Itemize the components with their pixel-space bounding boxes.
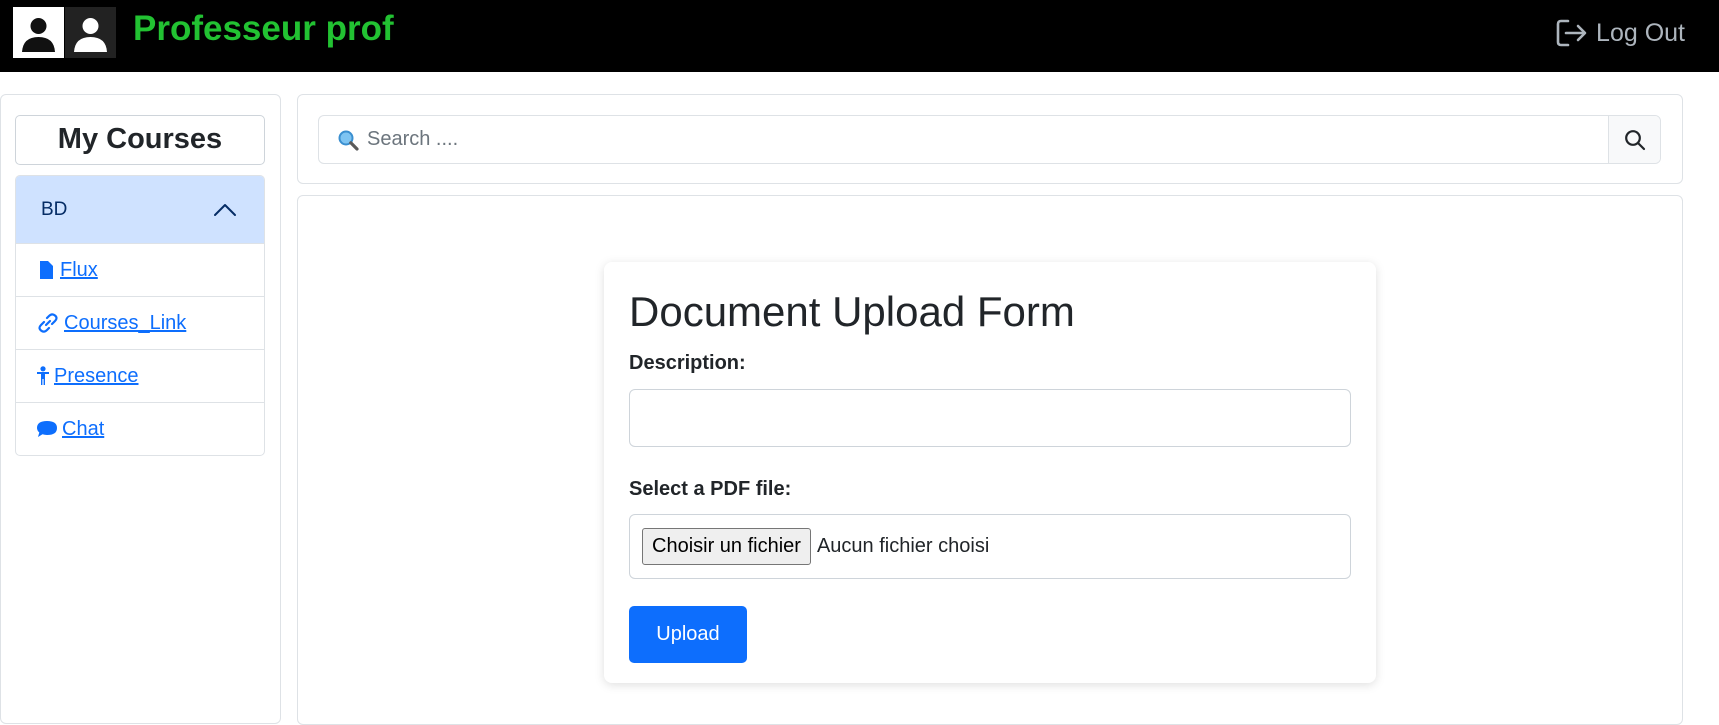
avatar: [13, 7, 64, 58]
logout-button[interactable]: Log Out: [1554, 15, 1685, 51]
main-content: Document Upload Form Description: Select…: [297, 195, 1683, 725]
file-status: Aucun fichier choisi: [816, 535, 990, 557]
chevron-up-icon: [214, 203, 236, 216]
chat-link[interactable]: Chat: [36, 418, 104, 441]
chat-label: Chat: [62, 417, 105, 440]
course-accordion: BD Flux Courses_Link Presence Chat: [15, 175, 265, 456]
description-label: Description:: [629, 352, 746, 374]
magnifier-icon: [338, 130, 359, 151]
description-input[interactable]: [629, 389, 1351, 447]
choose-file-button[interactable]: Choisir un fichier: [642, 528, 811, 565]
logout-label: Log Out: [1596, 18, 1685, 47]
file-input: Choisir un fichier Aucun fichier choisi: [629, 514, 1351, 579]
flux-label: Flux: [60, 258, 98, 281]
upload-button[interactable]: Upload: [629, 606, 747, 663]
search-input[interactable]: [367, 128, 1608, 151]
chat-icon: [37, 421, 57, 437]
presence-link[interactable]: Presence: [36, 365, 139, 388]
user-icon: [22, 18, 55, 52]
course-item-flux: Flux: [16, 243, 264, 296]
top-navbar: Professeur prof Log Out: [0, 0, 1719, 72]
course-item-courses-link: Courses_Link: [16, 296, 264, 349]
avatar: [65, 7, 116, 58]
sidebar: My Courses BD Flux Courses_Link Presence…: [0, 94, 281, 724]
search-icon: [1624, 129, 1645, 150]
courses-link-label: Courses_Link: [64, 311, 187, 334]
courses-link-link[interactable]: Courses_Link: [36, 312, 186, 335]
accordion-header-bd[interactable]: BD: [16, 176, 264, 243]
course-item-presence: Presence: [16, 349, 264, 402]
person-icon: [37, 366, 49, 385]
flux-link[interactable]: Flux: [36, 259, 98, 282]
course-name: BD: [41, 198, 68, 220]
form-title: Document Upload Form: [629, 288, 1075, 335]
course-item-chat: Chat: [16, 402, 264, 455]
search-panel: [297, 94, 1683, 184]
file-icon: [40, 261, 53, 279]
search-field: [319, 116, 1608, 163]
search-group: [318, 115, 1661, 164]
brand-title: Professeur prof: [133, 9, 394, 48]
presence-label: Presence: [54, 364, 139, 387]
logout-icon: [1556, 19, 1587, 47]
link-icon: [38, 313, 58, 333]
file-label: Select a PDF file:: [629, 478, 792, 500]
upload-card: Document Upload Form Description: Select…: [604, 262, 1376, 683]
sidebar-title: My Courses: [15, 115, 265, 165]
search-button[interactable]: [1608, 116, 1660, 163]
user-icon: [74, 18, 107, 52]
